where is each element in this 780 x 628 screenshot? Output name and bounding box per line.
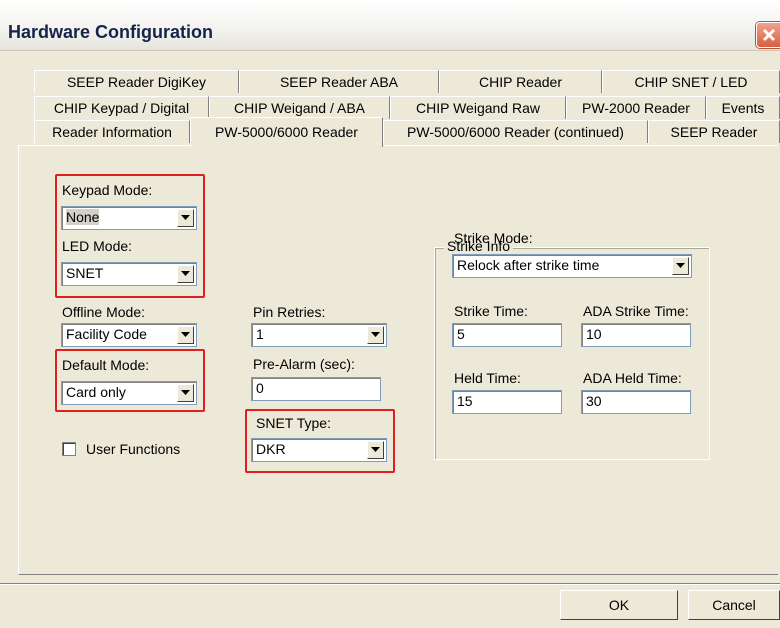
strike-mode-label: Strike Mode:	[454, 230, 533, 246]
held-time-value: 15	[457, 393, 473, 409]
dropdown-arrow-icon[interactable]	[177, 326, 194, 344]
strike-mode-select[interactable]: Relock after strike time	[452, 254, 692, 278]
pre-alarm-label: Pre-Alarm (sec):	[253, 356, 355, 372]
cancel-button[interactable]: Cancel	[688, 590, 780, 620]
strike-mode-value: Relock after strike time	[457, 257, 600, 273]
strike-time-value: 5	[457, 326, 465, 342]
ok-button[interactable]: OK	[560, 590, 678, 620]
strike-time-input[interactable]: 5	[452, 323, 562, 347]
pre-alarm-input[interactable]: 0	[251, 377, 381, 401]
close-icon	[762, 28, 776, 42]
tab-pw-5000-6000-reader-continued[interactable]: PW-5000/6000 Reader (continued)	[383, 120, 648, 143]
title-bar: Hardware Configuration	[0, 0, 780, 51]
pin-retries-label: Pin Retries:	[253, 304, 326, 320]
tab-pw-2000-reader[interactable]: PW-2000 Reader	[566, 96, 706, 119]
user-functions-checkbox[interactable]	[62, 442, 76, 456]
highlight-snet-type	[245, 409, 395, 473]
ada-strike-time-value: 10	[586, 326, 602, 342]
tab-pw-5000-6000-reader[interactable]: PW-5000/6000 Reader	[190, 117, 383, 147]
ada-held-time-label: ADA Held Time:	[583, 370, 682, 386]
close-button[interactable]	[756, 22, 780, 48]
tab-chip-snet-led[interactable]: CHIP SNET / LED	[602, 70, 780, 93]
window-title: Hardware Configuration	[8, 22, 214, 42]
tab-seep-reader-aba[interactable]: SEEP Reader ABA	[239, 70, 439, 93]
tab-seep-reader-digikey[interactable]: SEEP Reader DigiKey	[34, 70, 239, 93]
offline-mode-select[interactable]: Facility Code	[61, 323, 197, 347]
ada-strike-time-input[interactable]: 10	[581, 323, 691, 347]
tab-events[interactable]: Events	[706, 96, 780, 119]
highlight-keypad-led	[55, 174, 205, 298]
user-functions-label: User Functions	[86, 441, 181, 457]
offline-mode-label: Offline Mode:	[62, 304, 146, 320]
pin-retries-value: 1	[256, 326, 264, 342]
tab-chip-reader[interactable]: CHIP Reader	[439, 70, 602, 93]
offline-mode-value: Facility Code	[66, 326, 147, 342]
held-time-input[interactable]: 15	[452, 390, 562, 414]
dropdown-arrow-icon[interactable]	[367, 326, 384, 344]
highlight-default-mode	[55, 349, 205, 412]
divider	[0, 583, 780, 585]
strike-time-label: Strike Time:	[454, 303, 528, 319]
tab-reader-information[interactable]: Reader Information	[34, 120, 190, 143]
strike-info-group	[434, 247, 710, 460]
ada-strike-time-label: ADA Strike Time:	[583, 303, 689, 319]
ada-held-time-value: 30	[586, 393, 602, 409]
pin-retries-select[interactable]: 1	[251, 323, 387, 347]
tab-chip-keypad-digital[interactable]: CHIP Keypad / Digital	[34, 96, 209, 119]
tab-chip-weigand-raw[interactable]: CHIP Weigand Raw	[390, 96, 566, 119]
ada-held-time-input[interactable]: 30	[581, 390, 691, 414]
tab-chip-weigand-aba[interactable]: CHIP Weigand / ABA	[209, 96, 390, 119]
pre-alarm-value: 0	[256, 380, 264, 396]
dropdown-arrow-icon[interactable]	[672, 257, 689, 275]
held-time-label: Held Time:	[454, 370, 521, 386]
tab-seep-reader[interactable]: SEEP Reader	[648, 120, 780, 143]
